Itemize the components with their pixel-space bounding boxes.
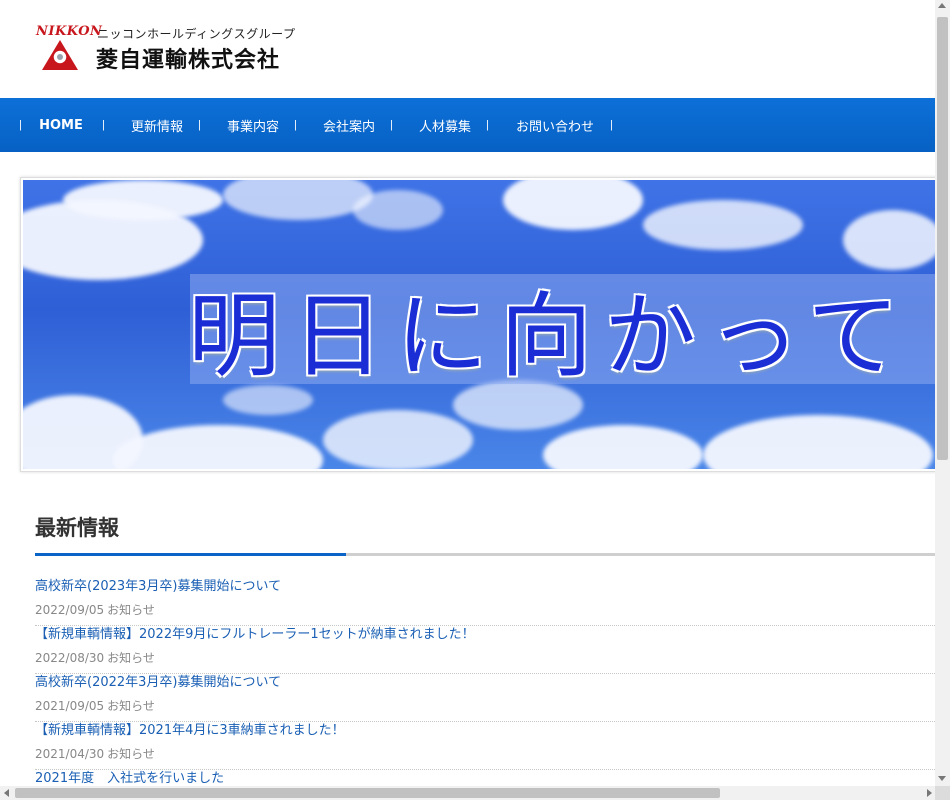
logo-group-name: ニッコンホールディングスグループ <box>97 27 296 41</box>
news-item-meta: 2022/08/30 お知らせ <box>35 649 935 667</box>
nav-separator: | <box>486 119 489 131</box>
news-item-date: 2021/04/30 <box>35 747 105 761</box>
nav-separator: | <box>390 119 393 131</box>
hero-slogan: 明日に向かって <box>188 283 912 390</box>
nav-item-company[interactable]: 会社案内 <box>323 116 375 135</box>
hero-banner: 明日に向かって <box>20 177 935 472</box>
hero-sky-image: 明日に向かって <box>23 180 935 469</box>
vertical-scroll-thumb[interactable] <box>937 17 948 460</box>
news-item-link[interactable]: 高校新卒(2023年3月卒)募集開始について <box>35 578 935 596</box>
news-item: 【新規車輌情報】2021年4月に3車納車されました！ 2021/04/30 お知ら… <box>35 722 935 770</box>
news-item-category[interactable]: お知らせ <box>107 651 155 665</box>
nav-separator: | <box>102 119 105 131</box>
scroll-left-arrow-icon[interactable] <box>4 789 9 797</box>
nav-item-recruit[interactable]: 人材募集 <box>419 116 471 135</box>
scrollbar-corner <box>935 786 950 800</box>
news-item-meta: 2021/04/30 お知らせ <box>35 745 935 763</box>
news-section: 最新情報 高校新卒(2023年3月卒)募集開始について 2022/09/05 お知… <box>35 512 935 786</box>
nav-item-contact[interactable]: お問い合わせ <box>516 116 594 135</box>
news-item-link[interactable]: 高校新卒(2022年3月卒)募集開始について <box>35 674 935 692</box>
news-item: 2021年度 入社式を行いました <box>35 770 935 786</box>
news-item-category[interactable]: お知らせ <box>107 699 155 713</box>
news-item-category[interactable]: お知らせ <box>107 603 155 617</box>
news-item-date: 2022/08/30 <box>35 651 105 665</box>
news-item-link[interactable]: 【新規車輌情報】2021年4月に3車納車されました！ <box>35 722 935 740</box>
news-item-meta: 2022/09/05 お知らせ <box>35 601 935 619</box>
news-item-meta: 2021/09/05 お知らせ <box>35 697 935 715</box>
nav-item-business[interactable]: 事業内容 <box>227 116 279 135</box>
news-item: 【新規車輌情報】2022年9月にフルトレーラー1セットが納車されました！ 202… <box>35 626 935 674</box>
nav-item-updates[interactable]: 更新情報 <box>131 116 183 135</box>
horizontal-scroll-thumb[interactable] <box>15 788 720 798</box>
scroll-up-arrow-icon[interactable] <box>938 3 946 8</box>
news-heading: 最新情報 <box>35 516 119 540</box>
page: NIKKON ニッコンホールディングスグループ 菱自運輸株式会社 | HOME … <box>0 0 935 786</box>
nav-separator: | <box>198 119 201 131</box>
logo-nikkon-wordmark: NIKKON <box>36 24 103 39</box>
news-item: 高校新卒(2023年3月卒)募集開始について 2022/09/05 お知らせ <box>35 578 935 626</box>
news-item-date: 2022/09/05 <box>35 603 105 617</box>
news-item-category[interactable]: お知らせ <box>107 747 155 761</box>
news-list: 高校新卒(2023年3月卒)募集開始について 2022/09/05 お知らせ 【新… <box>35 578 935 786</box>
news-heading-rule <box>35 553 935 556</box>
nav-separator: | <box>610 119 613 131</box>
main-nav: | HOME | 更新情報 | 事業内容 | 会社案内 | 人材募集 | お問い… <box>0 98 935 152</box>
news-item: 高校新卒(2022年3月卒)募集開始について 2021/09/05 お知らせ <box>35 674 935 722</box>
news-item-link[interactable]: 2021年度 入社式を行いました <box>35 770 935 786</box>
site-logo[interactable]: NIKKON ニッコンホールディングスグループ 菱自運輸株式会社 <box>36 24 296 74</box>
horizontal-scrollbar[interactable] <box>0 786 935 800</box>
vertical-scrollbar[interactable] <box>935 0 950 786</box>
logo-company-name: 菱自運輸株式会社 <box>96 48 281 73</box>
nav-item-home[interactable]: HOME <box>39 118 83 133</box>
news-item-link[interactable]: 【新規車輌情報】2022年9月にフルトレーラー1セットが納車されました！ <box>35 626 935 644</box>
news-item-date: 2021/09/05 <box>35 699 105 713</box>
scroll-right-arrow-icon[interactable] <box>927 789 932 797</box>
scroll-down-arrow-icon[interactable] <box>938 776 946 781</box>
nav-separator: | <box>294 119 297 131</box>
site-header: NIKKON ニッコンホールディングスグループ 菱自運輸株式会社 <box>0 0 935 98</box>
